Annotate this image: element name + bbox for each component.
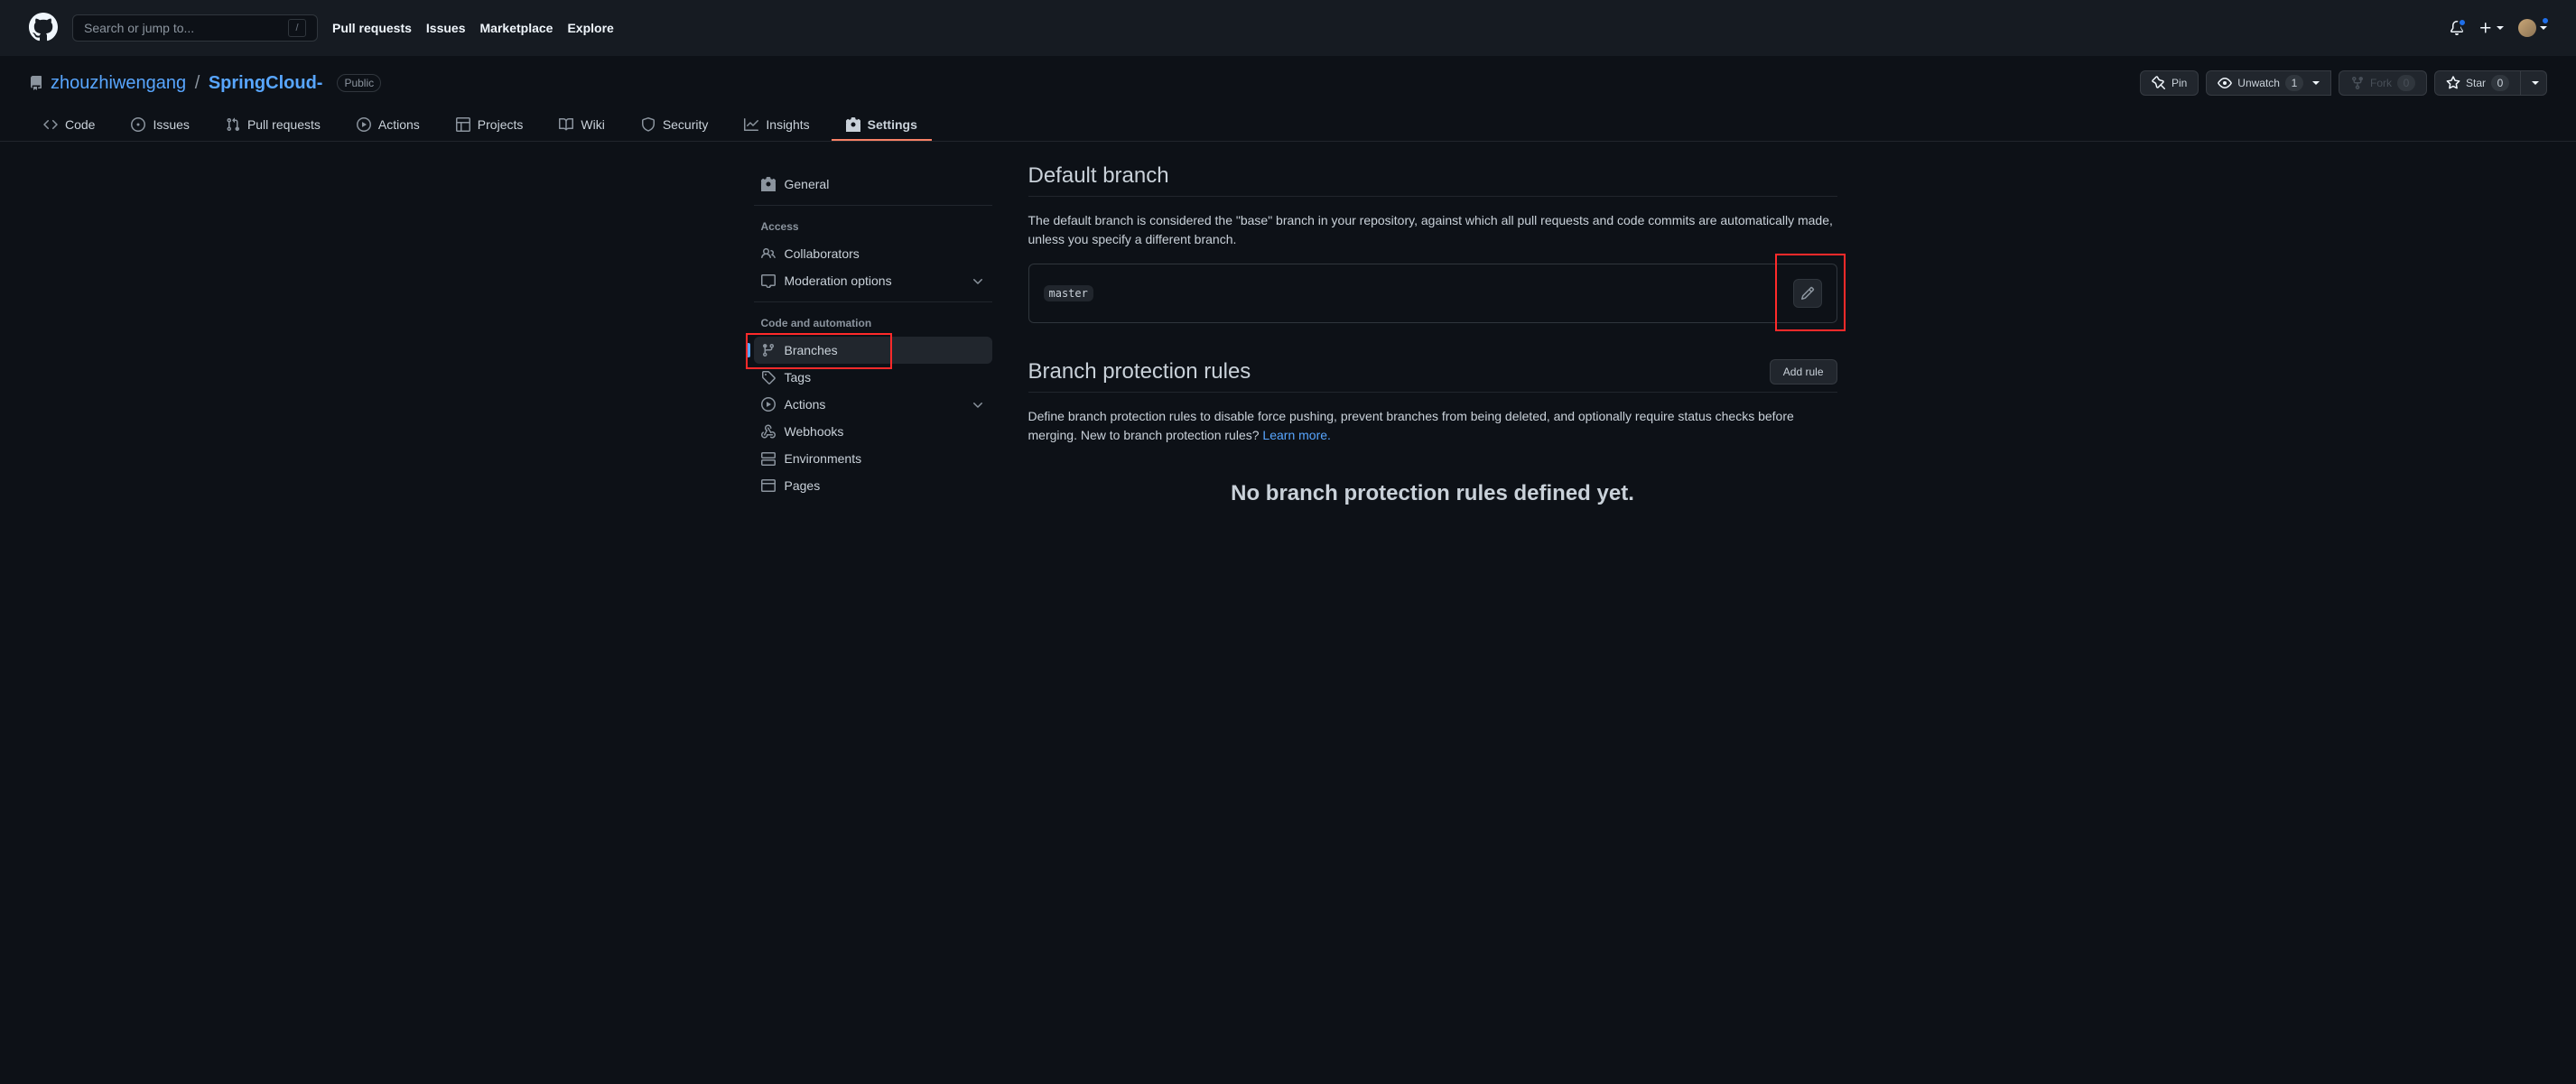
caret-down-icon <box>2532 81 2539 85</box>
tab-settings[interactable]: Settings <box>832 110 932 141</box>
chevron-down-icon <box>971 397 985 412</box>
star-icon <box>2446 76 2460 90</box>
tab-insights[interactable]: Insights <box>730 110 823 141</box>
play-icon <box>761 397 776 412</box>
github-logo[interactable] <box>29 13 58 44</box>
plus-icon <box>2478 21 2493 35</box>
avatar <box>2518 19 2536 37</box>
repo-header: zhouzhiwengang / SpringCloud- Public Pin… <box>0 56 2576 142</box>
browser-icon <box>761 478 776 493</box>
protection-rules-description: Define branch protection rules to disabl… <box>1028 407 1837 445</box>
search-placeholder: Search or jump to... <box>84 21 288 35</box>
repo-icon <box>29 76 43 90</box>
sidebar-item-collaborators[interactable]: Collaborators <box>754 240 992 267</box>
fork-count: 0 <box>2397 75 2415 91</box>
chevron-down-icon <box>971 273 985 288</box>
people-icon <box>761 246 776 261</box>
book-icon <box>559 117 573 132</box>
star-count: 0 <box>2491 75 2509 91</box>
tag-icon <box>761 370 776 384</box>
play-icon <box>357 117 371 132</box>
settings-sidebar: General Access Collaborators Moderation … <box>739 163 1007 506</box>
nav-issues[interactable]: Issues <box>426 21 466 35</box>
sidebar-item-tags[interactable]: Tags <box>754 364 992 391</box>
sidebar-item-webhooks[interactable]: Webhooks <box>754 418 992 445</box>
tab-security[interactable]: Security <box>627 110 723 141</box>
create-menu[interactable] <box>2478 21 2504 35</box>
graph-icon <box>744 117 758 132</box>
pin-button[interactable]: Pin <box>2140 70 2199 96</box>
shield-icon <box>641 117 656 132</box>
user-menu[interactable] <box>2518 19 2547 37</box>
tab-issues[interactable]: Issues <box>116 110 203 141</box>
caret-down-icon <box>2540 26 2547 30</box>
search-input[interactable]: Search or jump to... / <box>72 14 318 42</box>
tab-wiki[interactable]: Wiki <box>544 110 618 141</box>
gear-icon <box>846 117 860 132</box>
repo-name-link[interactable]: SpringCloud- <box>209 73 323 93</box>
notifications-button[interactable] <box>2450 21 2464 35</box>
tab-code[interactable]: Code <box>29 110 109 141</box>
tab-actions[interactable]: Actions <box>342 110 434 141</box>
default-branch-box: master <box>1028 264 1837 323</box>
gear-icon <box>761 177 776 191</box>
no-rules-message: No branch protection rules defined yet. <box>1028 481 1837 506</box>
default-branch-heading: Default branch <box>1028 163 1837 197</box>
pencil-icon <box>1800 286 1815 301</box>
nav-explore[interactable]: Explore <box>567 21 613 35</box>
fork-icon <box>2350 76 2365 90</box>
comment-icon <box>761 273 776 288</box>
repo-tabs: Code Issues Pull requests Actions Projec… <box>29 110 2547 141</box>
sidebar-item-environments[interactable]: Environments <box>754 445 992 472</box>
pin-icon <box>2152 76 2166 90</box>
protection-rules-heading: Branch protection rules <box>1028 359 1770 392</box>
repo-path: zhouzhiwengang / SpringCloud- <box>51 73 322 94</box>
default-branch-name: master <box>1044 285 1093 301</box>
caret-down-icon <box>2497 26 2504 30</box>
server-icon <box>761 451 776 466</box>
eye-icon <box>2218 76 2232 90</box>
fork-button[interactable]: Fork 0 <box>2339 70 2427 96</box>
settings-content: Default branch The default branch is con… <box>1028 163 1837 506</box>
notification-dot <box>2458 18 2467 27</box>
webhook-icon <box>761 424 776 439</box>
sidebar-item-actions[interactable]: Actions <box>754 391 992 418</box>
global-header: Search or jump to... / Pull requests Iss… <box>0 0 2576 56</box>
default-branch-description: The default branch is considered the "ba… <box>1028 211 1837 249</box>
tab-projects[interactable]: Projects <box>442 110 538 141</box>
slash-hotkey: / <box>288 19 306 37</box>
learn-more-link[interactable]: Learn more. <box>1262 428 1330 442</box>
star-menu-button[interactable] <box>2521 70 2547 96</box>
unwatch-button[interactable]: Unwatch 1 <box>2206 70 2331 96</box>
sidebar-item-pages[interactable]: Pages <box>754 472 992 499</box>
repo-owner-link[interactable]: zhouzhiwengang <box>51 73 186 93</box>
code-icon <box>43 117 58 132</box>
top-nav: Pull requests Issues Marketplace Explore <box>332 21 614 35</box>
tab-pull-requests[interactable]: Pull requests <box>211 110 335 141</box>
star-button[interactable]: Star 0 <box>2434 70 2521 96</box>
rename-branch-button[interactable] <box>1793 279 1822 308</box>
nav-marketplace[interactable]: Marketplace <box>480 21 553 35</box>
issue-icon <box>131 117 145 132</box>
pr-icon <box>226 117 240 132</box>
user-status-dot <box>2541 16 2550 25</box>
watch-count: 1 <box>2285 75 2303 91</box>
add-rule-button[interactable]: Add rule <box>1770 359 1837 384</box>
sidebar-item-general[interactable]: General <box>754 171 992 198</box>
nav-pull-requests[interactable]: Pull requests <box>332 21 412 35</box>
sidebar-item-moderation[interactable]: Moderation options <box>754 267 992 294</box>
caret-down-icon <box>2312 81 2320 85</box>
visibility-badge: Public <box>337 74 381 92</box>
table-icon <box>456 117 470 132</box>
sidebar-group-access: Access <box>739 213 1007 240</box>
